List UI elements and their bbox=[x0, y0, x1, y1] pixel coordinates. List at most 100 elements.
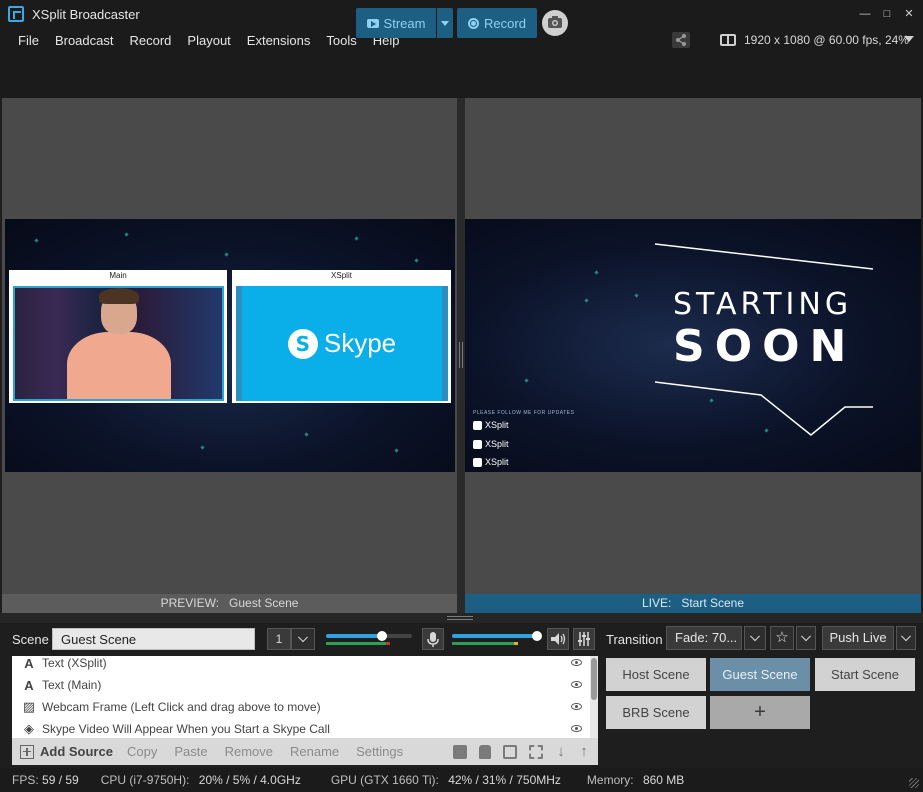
preview-status-prefix: PREVIEW: bbox=[160, 596, 220, 610]
transition-dropdown-button[interactable] bbox=[744, 626, 766, 650]
stream-button[interactable]: Stream bbox=[356, 8, 436, 38]
visibility-eye-icon[interactable] bbox=[571, 659, 582, 666]
memory-label: Memory: bbox=[586, 773, 634, 787]
app-title: XSplit Broadcaster bbox=[32, 6, 140, 22]
remove-button[interactable]: Remove bbox=[225, 744, 273, 759]
source-list[interactable]: A Text (XSplit) A Text (Main) ▨ Webcam F… bbox=[12, 656, 598, 738]
favorite-transition-button[interactable]: ☆ bbox=[770, 626, 794, 650]
particle bbox=[304, 432, 309, 437]
scene-dropdown-button[interactable] bbox=[291, 628, 315, 650]
particle bbox=[34, 238, 39, 243]
record-button[interactable]: Record bbox=[457, 8, 537, 38]
live-canvas[interactable]: STARTING SOON PLEASE FOLLOW ME FOR UPDAT… bbox=[465, 219, 921, 472]
minimize-button[interactable]: — bbox=[857, 6, 873, 22]
transition-select[interactable]: Fade: 70... bbox=[666, 626, 742, 650]
scene-button-guest[interactable]: Guest Scene bbox=[710, 658, 810, 691]
memory-value: 860 MB bbox=[642, 773, 685, 787]
social-instagram: XSplit bbox=[473, 457, 509, 467]
slot-xsplit-label: XSplit bbox=[331, 271, 352, 280]
person-body bbox=[67, 332, 171, 399]
scrollbar-thumb[interactable] bbox=[591, 658, 597, 700]
scene-button-start[interactable]: Start Scene bbox=[815, 658, 915, 691]
mic-volume-slider[interactable] bbox=[452, 634, 538, 638]
youtube-icon bbox=[366, 18, 379, 28]
resolution-dropdown-icon[interactable] bbox=[904, 36, 914, 42]
live-status-prefix: LIVE: bbox=[641, 596, 672, 610]
social-twitter: XSplit bbox=[473, 420, 509, 430]
resolution-selector[interactable]: 1920 x 1080 @ 60.00 fps, 24% bbox=[720, 30, 909, 50]
speaker-button[interactable] bbox=[547, 628, 569, 650]
splitter-grip-icon[interactable] bbox=[459, 342, 463, 368]
settings-button[interactable]: Settings bbox=[356, 744, 403, 759]
social-facebook-label: XSplit bbox=[485, 439, 509, 449]
menu-file[interactable]: File bbox=[10, 33, 47, 48]
system-audio-peak bbox=[386, 642, 390, 645]
fit-screen-icon[interactable] bbox=[503, 745, 517, 759]
crop-icon[interactable] bbox=[529, 745, 543, 759]
share-icon[interactable] bbox=[672, 32, 690, 48]
slot-main-label: Main bbox=[109, 271, 127, 280]
list-item[interactable]: ▨ Webcam Frame (Left Click and drag abov… bbox=[12, 696, 588, 718]
copy-button[interactable]: Copy bbox=[127, 744, 157, 759]
webcam-feed bbox=[13, 286, 224, 401]
visibility-eye-icon[interactable] bbox=[571, 703, 582, 710]
list-item[interactable]: ◈ Skype Video Will Appear When you Start… bbox=[12, 718, 588, 738]
visibility-eye-icon[interactable] bbox=[571, 725, 582, 732]
source-label: Text (XSplit) bbox=[42, 656, 107, 670]
maximize-button[interactable]: □ bbox=[879, 6, 895, 22]
scene-button-host[interactable]: Host Scene bbox=[606, 658, 706, 691]
particle bbox=[414, 258, 419, 263]
image-icon: ▨ bbox=[22, 699, 36, 714]
list-item[interactable]: A Text (XSplit) bbox=[12, 656, 588, 674]
main-video-slot[interactable]: Main bbox=[9, 270, 227, 403]
scene-name-input[interactable]: Guest Scene bbox=[52, 628, 255, 650]
menu-extensions[interactable]: Extensions bbox=[239, 33, 319, 48]
favorite-dropdown-button[interactable] bbox=[796, 626, 816, 650]
menu-playout[interactable]: Playout bbox=[179, 33, 238, 48]
preview-canvas[interactable]: Main XSplit S Skype bbox=[5, 219, 455, 472]
particle bbox=[394, 448, 399, 453]
add-source-button[interactable]: Add Source bbox=[20, 744, 113, 759]
chevron-down-icon bbox=[298, 632, 308, 643]
source-list-scrollbar[interactable] bbox=[590, 656, 598, 738]
resize-grip-icon[interactable] bbox=[909, 778, 919, 788]
microphone-button[interactable] bbox=[422, 628, 444, 650]
add-scene-button[interactable]: + bbox=[710, 696, 810, 729]
move-up-icon[interactable]: ↑ bbox=[577, 744, 591, 759]
close-button[interactable]: ✕ bbox=[901, 6, 917, 22]
cpu-readout: CPU (i7-9750H): 20% / 5% / 4.0GHz bbox=[101, 773, 301, 787]
system-volume-slider[interactable] bbox=[326, 634, 382, 638]
stream-dropdown-button[interactable] bbox=[437, 8, 453, 38]
source-label: Text (Main) bbox=[42, 678, 102, 692]
folder-icon[interactable] bbox=[453, 745, 467, 759]
list-item[interactable]: A Text (Main) bbox=[12, 674, 588, 696]
cpu-label: CPU (i7-9750H): bbox=[100, 773, 190, 787]
audio-mixer-button[interactable] bbox=[573, 628, 595, 650]
fps-readout: FPS: 59 / 59 bbox=[12, 773, 79, 787]
fps-value: 59 / 59 bbox=[42, 773, 79, 787]
push-live-button[interactable]: Push Live bbox=[822, 626, 894, 650]
social-instagram-label: XSplit bbox=[485, 457, 509, 467]
xsplit-video-slot[interactable]: XSplit S Skype bbox=[232, 270, 451, 403]
window-controls: — □ ✕ bbox=[857, 0, 917, 28]
menu-record[interactable]: Record bbox=[122, 33, 180, 48]
push-live-dropdown-button[interactable] bbox=[896, 626, 916, 650]
system-volume-knob[interactable] bbox=[377, 631, 387, 641]
rename-button[interactable]: Rename bbox=[290, 744, 339, 759]
scene-number-field[interactable]: 1 bbox=[267, 628, 291, 650]
menu-broadcast[interactable]: Broadcast bbox=[47, 33, 122, 48]
mic-volume-knob[interactable] bbox=[532, 631, 542, 641]
source-label: Webcam Frame (Left Click and drag above … bbox=[42, 700, 321, 714]
preview-scene-name: Guest Scene bbox=[229, 596, 299, 610]
horizontal-grip-icon[interactable] bbox=[447, 616, 473, 620]
paste-button[interactable]: Paste bbox=[174, 744, 207, 759]
scene-button-brb[interactable]: BRB Scene bbox=[606, 696, 706, 729]
screenshot-button[interactable] bbox=[542, 10, 568, 36]
chevron-down-icon bbox=[801, 631, 811, 642]
move-down-icon[interactable]: ↓ bbox=[554, 744, 568, 759]
visibility-eye-icon[interactable] bbox=[571, 681, 582, 688]
particle bbox=[354, 236, 359, 241]
mic-audio-meter bbox=[452, 642, 514, 645]
twitter-icon bbox=[473, 420, 482, 430]
lock-icon[interactable] bbox=[479, 745, 491, 759]
